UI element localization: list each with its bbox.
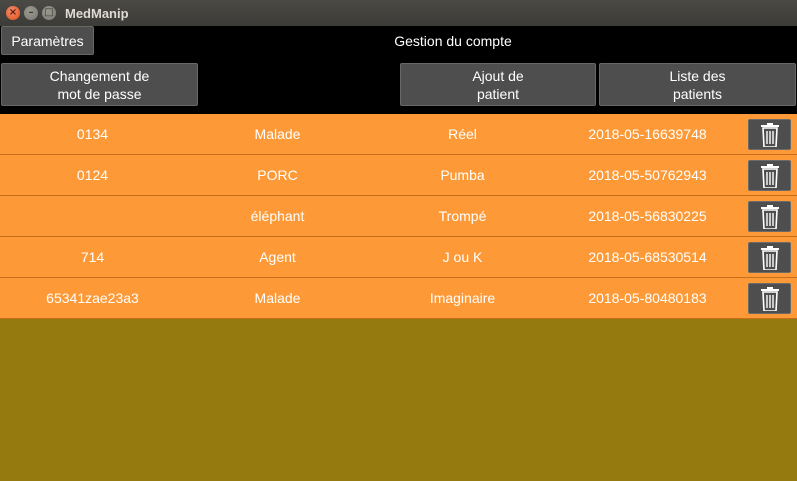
title-bar: × – □ MedManip [0, 0, 797, 26]
patient-date: 2018-05-56830225 [588, 208, 707, 224]
patient-id: 0124 [76, 167, 109, 183]
patient-type: Malade [254, 126, 301, 142]
change-password-button[interactable]: Changement de mot de passe [1, 63, 198, 106]
minimize-window-button[interactable]: – [24, 6, 38, 20]
close-window-button[interactable]: × [6, 6, 20, 20]
patient-id: 0134 [76, 126, 109, 142]
patient-date: 2018-05-80480183 [588, 290, 707, 306]
patient-name: Pumba [440, 167, 485, 183]
patient-name: Trompé [438, 208, 487, 224]
patient-id: 65341zae23a3 [46, 290, 139, 306]
trash-icon [760, 163, 779, 188]
settings-button[interactable]: Paramètres [1, 26, 94, 55]
delete-button[interactable] [748, 160, 791, 191]
close-icon: × [8, 7, 18, 18]
app-area: Paramètres Gestion du compte Changement … [0, 26, 797, 481]
table-row: 65341zae23a3 Malade Imaginaire 2018-05-8… [0, 278, 797, 319]
patient-name: J ou K [442, 249, 483, 265]
patient-date: 2018-05-50762943 [588, 167, 707, 183]
delete-button[interactable] [748, 201, 791, 232]
maximize-window-button[interactable]: □ [42, 6, 56, 20]
trash-icon [760, 204, 779, 229]
patient-id [0, 196, 185, 236]
patient-table: 0134 Malade Réel 2018-05-16639748 0124 P… [0, 114, 797, 319]
patient-type: PORC [257, 167, 298, 183]
delete-button[interactable] [748, 242, 791, 273]
patient-type: Malade [254, 290, 301, 306]
delete-button[interactable] [748, 283, 791, 314]
page-title: Gestion du compte [394, 33, 512, 49]
trash-icon [760, 122, 779, 147]
maximize-icon: □ [44, 7, 54, 18]
window-title: MedManip [65, 6, 129, 21]
empty-area [0, 319, 797, 481]
delete-button[interactable] [748, 119, 791, 150]
trash-icon [760, 286, 779, 311]
patient-type: éléphant [250, 208, 305, 224]
table-row: éléphant Trompé 2018-05-56830225 [0, 196, 797, 237]
minimize-icon: – [28, 7, 34, 18]
patient-id: 714 [80, 249, 105, 265]
table-row: 0124 PORC Pumba 2018-05-50762943 [0, 155, 797, 196]
patient-date: 2018-05-68530514 [588, 249, 707, 265]
add-patient-button[interactable]: Ajout de patient [400, 63, 596, 106]
patient-list-button[interactable]: Liste des patients [599, 63, 796, 106]
trash-icon [760, 245, 779, 270]
patient-type: Agent [259, 249, 296, 265]
table-row: 0134 Malade Réel 2018-05-16639748 [0, 114, 797, 155]
patient-name: Imaginaire [429, 290, 496, 306]
patient-name: Réel [448, 126, 477, 142]
patient-date: 2018-05-16639748 [588, 126, 707, 142]
table-row: 714 Agent J ou K 2018-05-68530514 [0, 237, 797, 278]
